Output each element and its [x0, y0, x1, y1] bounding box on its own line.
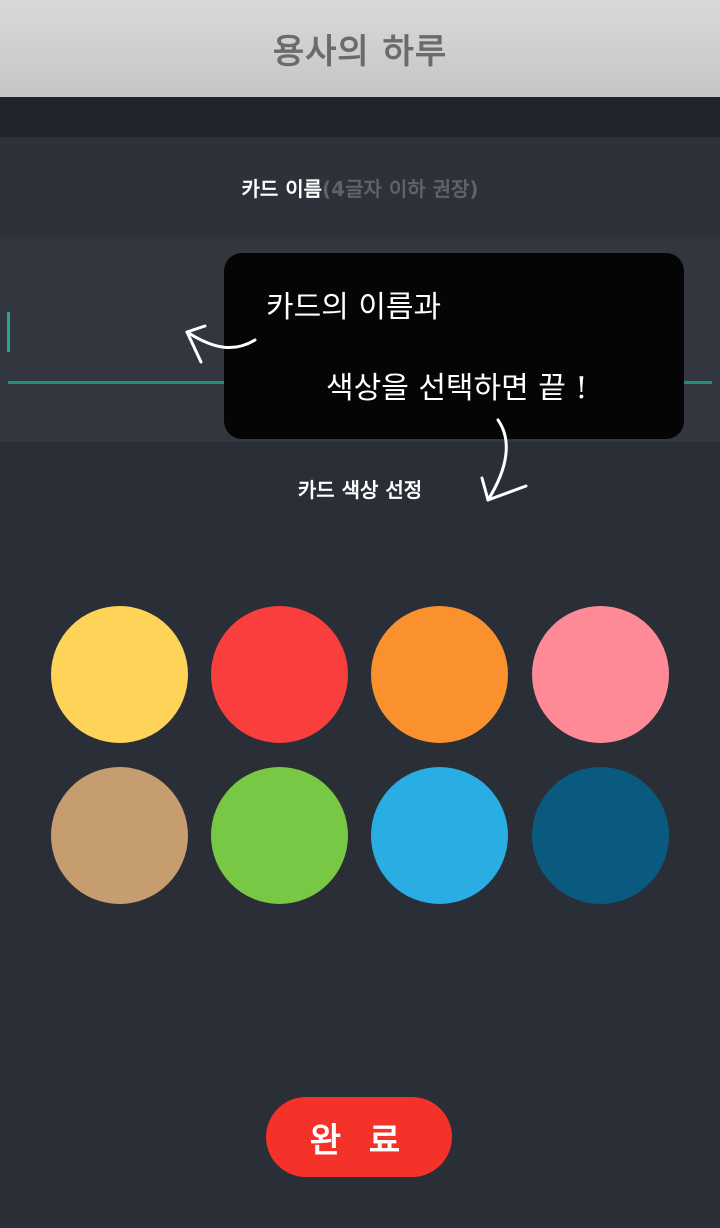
color-swatch-sky-blue[interactable]: [371, 767, 508, 904]
color-swatch-red[interactable]: [211, 606, 348, 743]
text-cursor: [7, 312, 10, 352]
guide-tooltip-line1: 카드의 이름과: [266, 290, 442, 325]
arrow-left-icon: [185, 324, 257, 364]
card-name-hint: (4글자 이하 권장): [322, 176, 479, 201]
app-header: 용사의 하루: [0, 0, 720, 97]
color-swatch-pink[interactable]: [532, 606, 669, 743]
guide-tooltip: [224, 253, 684, 439]
card-color-title: 카드 색상 선정: [297, 478, 423, 502]
app-title: 용사의 하루: [272, 32, 448, 72]
card-name-label-row: 카드 이름 (4글자 이하 권장): [0, 137, 720, 237]
color-swatch-orange[interactable]: [371, 606, 508, 743]
guide-tooltip-line2: 색상을 선택하면 끝 !: [326, 371, 588, 406]
color-swatch-green[interactable]: [211, 767, 348, 904]
color-swatch-tan[interactable]: [51, 767, 188, 904]
card-name-label: 카드 이름: [241, 176, 323, 201]
color-swatch-yellow[interactable]: [51, 606, 188, 743]
color-swatch-navy[interactable]: [532, 767, 669, 904]
header-divider-band: [0, 97, 720, 137]
done-button[interactable]: 완 료: [266, 1097, 452, 1177]
